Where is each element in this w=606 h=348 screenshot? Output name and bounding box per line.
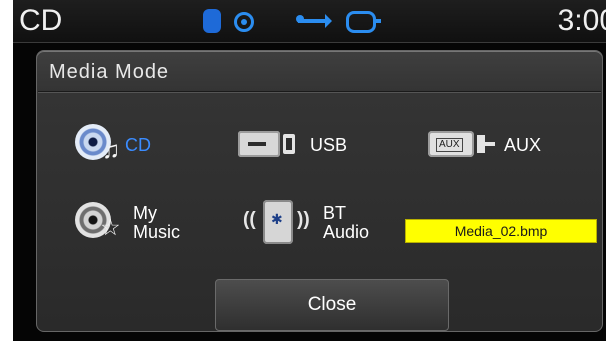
aux-icon: AUX <box>428 131 496 159</box>
status-bar: CD 3:00 <box>13 0 606 43</box>
media-usb-button[interactable]: USB <box>238 116 347 174</box>
media-my-music-button[interactable]: ☆ My Music <box>75 194 180 252</box>
media-bt-audio-button[interactable]: (( )) BT Audio <box>243 194 369 252</box>
title-divider <box>38 91 601 92</box>
dialog-title: Media Mode <box>49 61 170 83</box>
usb-icon <box>238 131 302 159</box>
media-aux-label: AUX <box>504 134 542 155</box>
media-my-music-label: My Music <box>133 203 181 242</box>
figure-frame: CD 3:00 Media Mode ♫ CD USB AUX <box>0 0 606 348</box>
bluetooth-icon <box>203 9 221 33</box>
media-bt-audio-label: BT Audio <box>323 203 370 242</box>
aux-icon-text: AUX <box>436 138 463 152</box>
clock: 3:00 <box>557 4 606 37</box>
media-aux-button[interactable]: AUX AUX <box>428 116 541 174</box>
usb-icon <box>296 14 332 28</box>
close-button[interactable]: Close <box>215 279 449 331</box>
media-cd-button[interactable]: ♫ CD <box>75 116 151 174</box>
disc-icon <box>234 12 254 32</box>
bluetooth-phone-icon: (( )) <box>243 200 315 246</box>
head-unit-screen: CD 3:00 Media Mode ♫ CD USB AUX <box>13 0 606 341</box>
media-usb-label: USB <box>310 134 348 155</box>
ipod-icon <box>346 11 381 33</box>
my-music-icon: ☆ <box>75 202 125 244</box>
file-name-label: Media_02.bmp <box>405 219 597 243</box>
current-source: CD <box>19 4 63 37</box>
media-cd-label: CD <box>125 134 151 155</box>
cd-icon: ♫ <box>75 124 120 166</box>
